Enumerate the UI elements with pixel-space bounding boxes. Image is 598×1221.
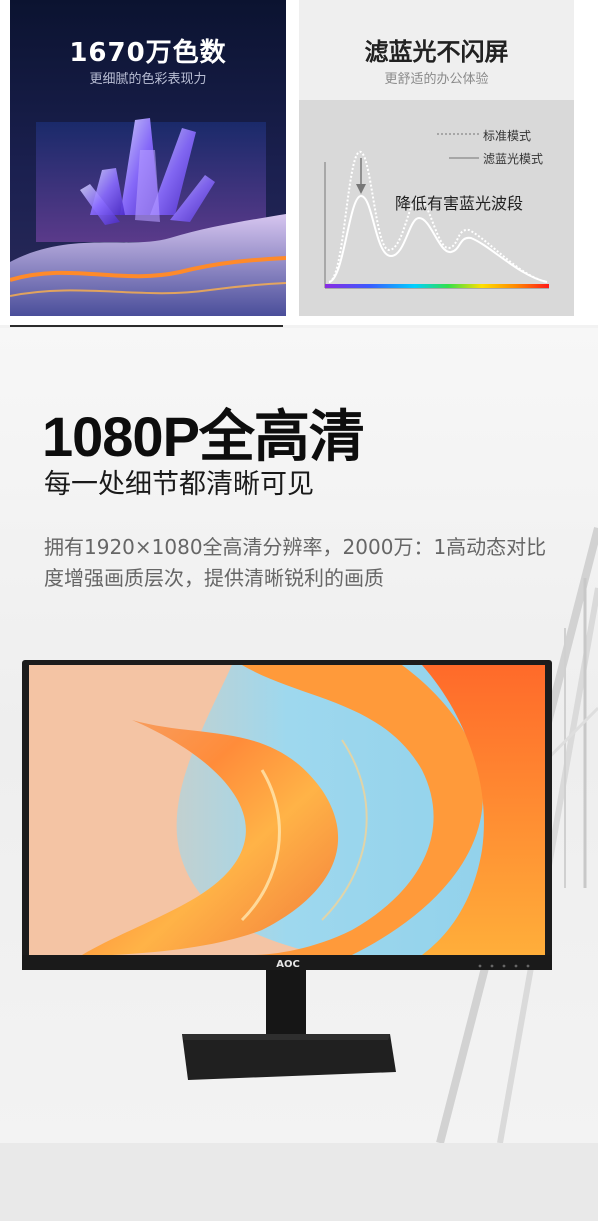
monitor-illustration: AOC [22,660,552,1080]
hero-section: 1080P全高清 每一处细节都清晰可见 拥有1920×1080全高清分辨率，20… [0,328,598,1143]
menu-button-icon[interactable] [490,964,494,968]
monitor: AOC [22,660,552,1080]
down-button-icon[interactable] [502,964,506,968]
bottom-band [0,1143,598,1221]
blue-light-title: 滤蓝光不闪屏 [364,38,509,66]
spectrum-chart: 标准模式 滤蓝光模式 降低有害蓝光波段 [299,100,574,316]
subheadline: 每一处细节都清晰可见 [44,469,314,500]
color-depth-subtitle: 更细腻的色彩表现力 [89,72,207,87]
color-depth-card: 1670万色数 更细腻的色彩表现力 [10,0,286,316]
blue-light-card: 滤蓝光不闪屏 更舒适的办公体验 标准模式 滤蓝光模式 降低有害蓝光波段 [299,0,574,316]
color-depth-title: 1670万色数 [69,38,227,68]
feature-description: 拥有1920×1080全高清分辨率，2000万：1高动态对比度增强画质层次，提供… [44,535,547,590]
exit-button-icon[interactable] [526,964,530,968]
legend-low-blue-mode: 滤蓝光模式 [483,152,544,166]
card-divider [10,325,283,327]
legend-standard-mode: 标准模式 [483,129,532,143]
blue-light-subtitle: 更舒适的办公体验 [384,72,489,87]
power-button-icon[interactable] [478,964,482,968]
brand-logo: AOC [276,959,300,970]
blue-light-annotation: 降低有害蓝光波段 [395,194,524,213]
up-button-icon[interactable] [514,964,518,968]
headline: 1080P全高清 [42,405,365,468]
